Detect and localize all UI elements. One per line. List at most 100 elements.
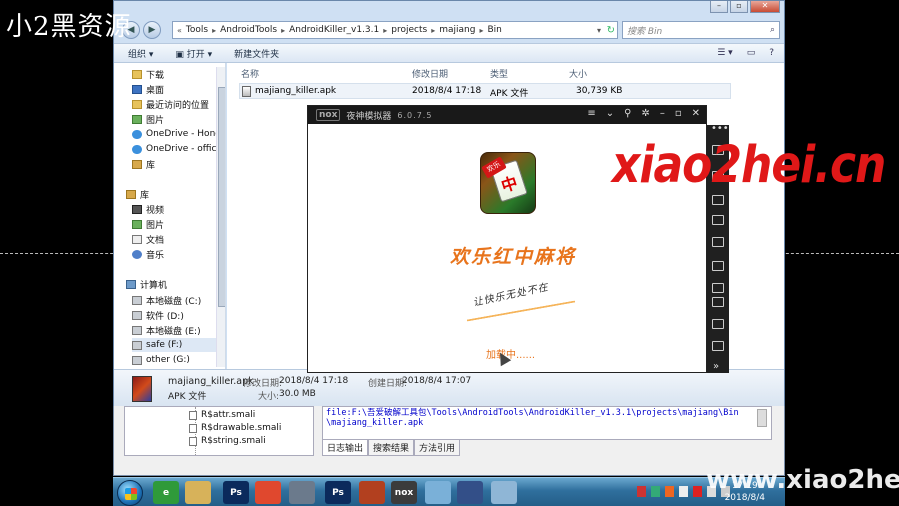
pin-icon[interactable]: ⚲: [624, 108, 631, 119]
sidebar-item[interactable]: 软件 (D:): [132, 308, 184, 322]
sidebar-item[interactable]: 文档: [132, 232, 164, 246]
nav-scroll-thumb[interactable]: [218, 87, 225, 307]
taskbar-app-button[interactable]: [359, 481, 385, 504]
taskbar-app-button[interactable]: [491, 481, 517, 504]
organize-button[interactable]: 组织 ▾: [128, 47, 153, 60]
search-icon[interactable]: ⌕: [770, 25, 775, 35]
close-button[interactable]: ✕: [750, 1, 780, 13]
taskbar-app-button[interactable]: [185, 481, 211, 504]
tab-method-references[interactable]: 方法引用: [414, 440, 461, 456]
help-icon[interactable]: ?: [769, 48, 774, 58]
address-part[interactable]: projects: [391, 25, 427, 35]
log-scrollbar[interactable]: [757, 409, 767, 427]
taskbar-app-button[interactable]: [457, 481, 483, 504]
sidebar-item[interactable]: 图片: [132, 217, 164, 231]
minimize-icon[interactable]: –: [660, 108, 665, 119]
sidebar-item[interactable]: other (G:): [132, 353, 190, 367]
taskbar-app-button[interactable]: [289, 481, 315, 504]
column-header-type[interactable]: 类型: [490, 67, 508, 80]
sidebar-item[interactable]: 库: [126, 187, 149, 201]
new-folder-button[interactable]: 新建文件夹: [234, 47, 279, 60]
screen: – ▫ ✕ ◀ ▶ « Tools ▸ AndroidTools ▸ Android…: [0, 0, 899, 506]
sidebar-item[interactable]: 本地磁盘 (E:): [132, 323, 201, 337]
nav-scrollbar[interactable]: [216, 67, 225, 367]
disk-icon: [132, 295, 142, 305]
chevron-right-icon[interactable]: ▸: [281, 26, 285, 35]
sidebar-item[interactable]: 图片: [132, 112, 164, 126]
sidebar-item[interactable]: 音乐: [132, 247, 164, 261]
taskbar-app-button[interactable]: nox: [391, 481, 417, 504]
column-header-name[interactable]: 名称: [241, 67, 259, 80]
address-part[interactable]: AndroidKiller_v1.3.1: [289, 25, 379, 35]
address-overflow-icon[interactable]: «: [177, 26, 182, 35]
gear-icon[interactable]: ✲: [641, 108, 649, 119]
refresh-icon[interactable]: ↻: [607, 25, 615, 36]
install-apk-icon[interactable]: [712, 237, 724, 247]
minimize-button[interactable]: –: [710, 1, 728, 13]
tray-icon[interactable]: [665, 486, 674, 497]
sidebar-item[interactable]: OneDrive - office: [132, 142, 222, 156]
taskbar-app-button[interactable]: [425, 481, 451, 504]
sidebar-item[interactable]: 下载: [132, 67, 164, 81]
sidebar-item[interactable]: 桌面: [132, 82, 164, 96]
fullscreen-icon[interactable]: [712, 261, 724, 271]
sidebar-item[interactable]: 库: [132, 157, 155, 171]
tab-search-results[interactable]: 搜索结果: [368, 440, 415, 456]
tray-icon[interactable]: [693, 486, 702, 497]
taskbar-app-button[interactable]: e: [153, 481, 179, 504]
tray-icon[interactable]: [679, 486, 688, 497]
address-bar[interactable]: « Tools ▸ AndroidTools ▸ AndroidKiller_v1.…: [172, 21, 618, 39]
sidebar-item[interactable]: 最近访问的位置: [132, 97, 209, 111]
sidebar-item[interactable]: 本地磁盘 (C:): [132, 293, 201, 307]
chevron-right-icon[interactable]: ▸: [431, 26, 435, 35]
recent-apps-icon[interactable]: [712, 341, 724, 351]
address-part[interactable]: Bin: [487, 25, 501, 35]
tree-node[interactable]: R$attr.smali: [189, 409, 255, 421]
sidebar-item-label: 最近访问的位置: [146, 100, 210, 111]
apk-file-large-icon: [132, 376, 152, 402]
chevron-right-icon[interactable]: ▸: [383, 26, 387, 35]
tree-node[interactable]: R$drawable.smali: [189, 422, 281, 434]
view-options-icon[interactable]: ☰ ▾: [717, 48, 732, 58]
column-header-size[interactable]: 大小: [569, 67, 587, 80]
close-icon[interactable]: ✕: [692, 108, 700, 119]
home-icon[interactable]: [712, 319, 724, 329]
tree-node[interactable]: R$string.smali: [189, 435, 266, 447]
back-icon[interactable]: [712, 297, 724, 307]
sidebar-item[interactable]: 视频: [132, 202, 164, 216]
file-row-apk[interactable]: majiang_killer.apk 2018/8/4 17:18 APK 文件…: [239, 83, 731, 99]
start-button[interactable]: [117, 480, 143, 506]
sidebar-item[interactable]: OneDrive - Hong: [132, 127, 221, 141]
shake-icon[interactable]: [712, 195, 724, 205]
address-part[interactable]: majiang: [439, 25, 475, 35]
tray-icon[interactable]: [637, 486, 646, 497]
address-part[interactable]: Tools: [186, 25, 208, 35]
tray-icon[interactable]: [651, 486, 660, 497]
taskbar-app-button[interactable]: Ps: [223, 481, 249, 504]
details-file-name: majiang_killer.apk: [168, 376, 254, 387]
chevron-down-icon[interactable]: ⌄: [606, 108, 614, 119]
message-icon[interactable]: [712, 215, 724, 225]
androidkiller-window: R$attr.smali R$drawable.smali R$string.s…: [113, 406, 785, 476]
taskbar-app-button[interactable]: Ps: [325, 481, 351, 504]
chevron-down-icon[interactable]: ▾: [597, 26, 601, 35]
sidebar-item[interactable]: safe (F:): [132, 338, 222, 352]
details-size-label: 大小:: [258, 392, 280, 402]
chevron-right-icon[interactable]: ▸: [479, 26, 483, 35]
maximize-button[interactable]: ▫: [730, 1, 748, 13]
open-button[interactable]: ▣ 打开 ▾: [175, 47, 212, 60]
menu-icon[interactable]: ≡: [587, 108, 595, 119]
expand-icon[interactable]: »: [713, 361, 725, 372]
tab-log-output[interactable]: 日志输出: [322, 440, 369, 456]
forward-button[interactable]: ▶: [143, 21, 161, 39]
taskbar-app-button[interactable]: [255, 481, 281, 504]
sidebar-item[interactable]: 计算机: [126, 277, 167, 291]
search-input[interactable]: 搜索 Bin ⌕: [622, 21, 780, 39]
preview-pane-icon[interactable]: ▭: [747, 48, 756, 58]
chevron-right-icon[interactable]: ▸: [212, 26, 216, 35]
column-header-modified[interactable]: 修改日期: [412, 67, 448, 80]
maximize-icon[interactable]: ▫: [675, 108, 682, 119]
music-icon: [132, 249, 142, 259]
address-part[interactable]: AndroidTools: [220, 25, 277, 35]
volume-icon[interactable]: [712, 283, 724, 293]
